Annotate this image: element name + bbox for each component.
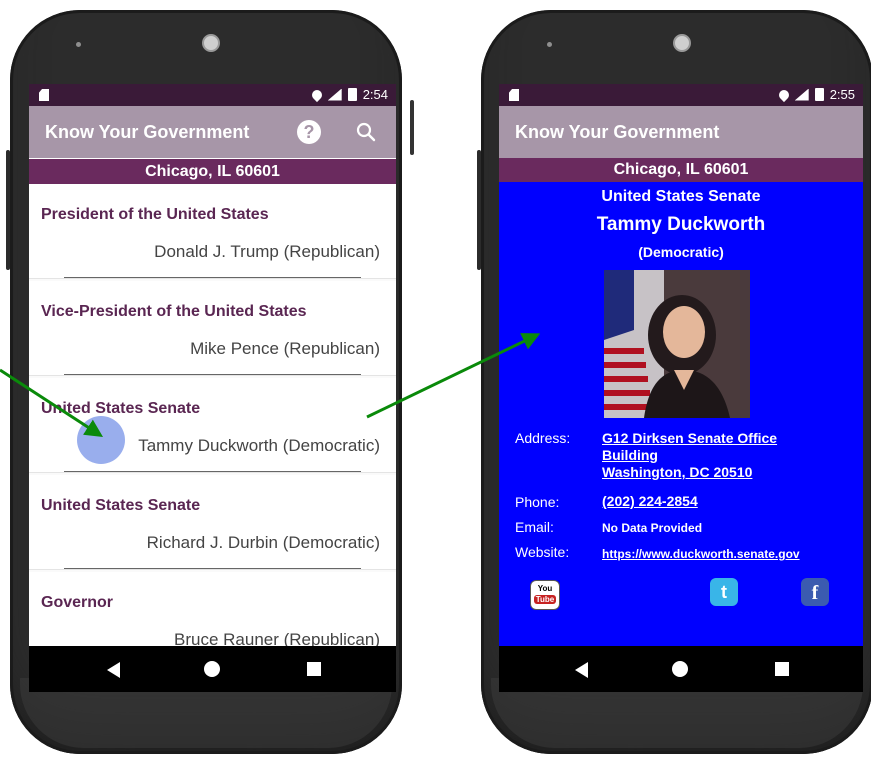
arrow-to-detail <box>366 333 541 419</box>
arrow-to-list-item <box>0 368 104 437</box>
annotation-arrows <box>0 333 541 437</box>
